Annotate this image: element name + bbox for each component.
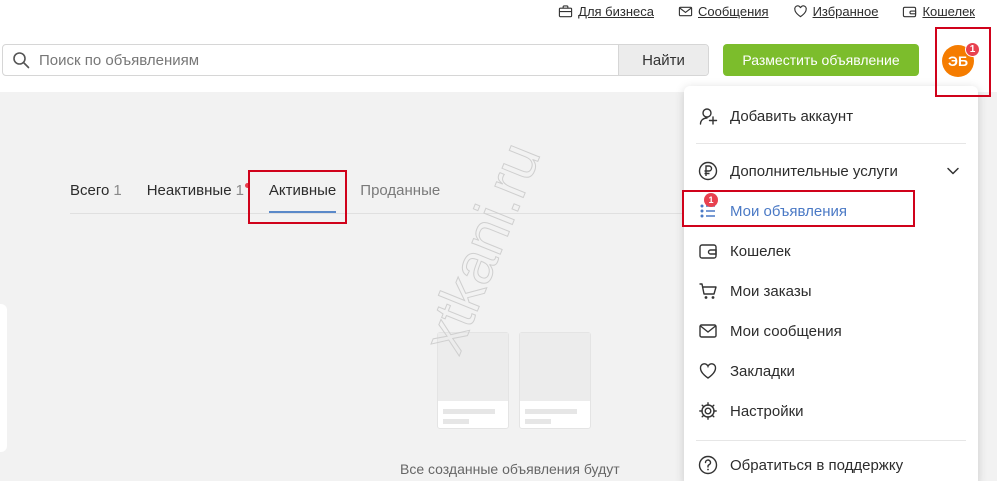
top-link-messages[interactable]: Сообщения [678,4,769,19]
search-input[interactable] [39,45,618,75]
briefcase-icon [558,5,573,18]
search-bar: Найти [2,44,709,76]
menu-item-support[interactable]: Обратиться в поддержку [684,445,978,481]
listings-notification-badge: 1 [704,193,718,207]
avatar-notification-badge: 1 [965,42,980,57]
tab-sold[interactable]: Проданные [360,182,440,213]
placeholder-line [525,409,577,414]
notification-dot [244,183,250,188]
top-link-wallet-label: Кошелек [922,4,975,19]
menu-item-add-account[interactable]: Добавить аккаунт [684,96,978,136]
top-link-business[interactable]: Для бизнеса [558,4,654,19]
search-button[interactable]: Найти [618,45,708,75]
tab-all-count: 1 [113,182,122,199]
side-panel-edge [0,304,7,452]
menu-item-my-orders[interactable]: Мои заказы [684,271,978,311]
help-icon [696,453,720,477]
menu-item-label: Кошелек [730,242,791,260]
placeholder-line [525,419,551,424]
avatar[interactable]: ЭБ 1 [942,42,980,77]
listing-tabs: Всего 1 Неактивные 1 Активные Проданные [70,182,440,213]
tabs-divider [70,213,684,214]
watermark-text: xtkani.ru [411,134,553,362]
envelope-icon [678,6,693,17]
tab-sold-label: Проданные [360,182,441,199]
top-link-messages-label: Сообщения [698,4,769,19]
ruble-icon [696,159,720,183]
menu-item-label: Добавить аккаунт [730,107,854,125]
placeholder-image [438,333,508,401]
menu-item-label: Обратиться в поддержку [730,456,904,474]
post-ad-button[interactable]: Разместить объявление [723,44,919,76]
menu-divider [696,143,966,144]
top-link-business-label: Для бизнеса [578,4,654,19]
menu-item-label: Мои заказы [730,282,812,300]
envelope-icon [696,319,720,343]
account-menu: Добавить аккаунт Дополнительные услуги 1… [684,86,978,481]
placeholder-card [437,332,509,429]
menu-item-label: Мои объявления [730,202,847,220]
menu-item-additional-services[interactable]: Дополнительные услуги [684,151,978,191]
tab-inactive-label: Неактивные [146,182,232,199]
cart-icon [696,279,720,303]
menu-divider [696,440,966,441]
heart-icon [696,359,720,383]
menu-item-label: Настройки [730,402,804,420]
empty-state-text: Все созданные объявления будут [400,461,620,477]
tab-active[interactable]: Активные [268,182,337,213]
placeholder-line [443,419,469,424]
placeholder-line [443,409,495,414]
tab-inactive[interactable]: Неактивные 1 [146,182,250,213]
tab-active-label: Активные [268,182,337,199]
menu-item-label: Закладки [730,362,795,380]
listings-icon: 1 [696,193,720,223]
top-link-favorites[interactable]: Избранное [793,4,879,19]
avatar-initials: ЭБ [947,53,969,69]
menu-item-wallet[interactable]: Кошелек [684,231,978,271]
search-icon [3,45,39,75]
gear-icon [696,399,720,423]
header: Для бизнеса Сообщения Избранное Кошелек … [0,0,997,92]
wallet-icon [696,239,720,263]
tab-all-label: Всего [70,182,110,199]
heart-icon [793,5,807,18]
placeholder-image [520,333,590,401]
tab-all[interactable]: Всего 1 [70,182,122,213]
menu-item-label: Дополнительные услуги [730,162,898,180]
chevron-down-icon [947,167,959,175]
wallet-icon [903,6,917,18]
top-link-favorites-label: Избранное [812,4,879,19]
add-account-icon [696,104,720,128]
menu-item-bookmarks[interactable]: Закладки [684,351,978,391]
top-link-wallet[interactable]: Кошелек [902,4,975,19]
placeholder-card [519,332,591,429]
menu-item-my-messages[interactable]: Мои сообщения [684,311,978,351]
menu-item-my-listings[interactable]: 1 Мои объявления [684,191,978,231]
menu-item-settings[interactable]: Настройки [684,391,978,431]
menu-item-label: Мои сообщения [730,322,842,340]
top-links: Для бизнеса Сообщения Избранное Кошелек [558,4,975,19]
tab-inactive-count: 1 [235,182,244,199]
